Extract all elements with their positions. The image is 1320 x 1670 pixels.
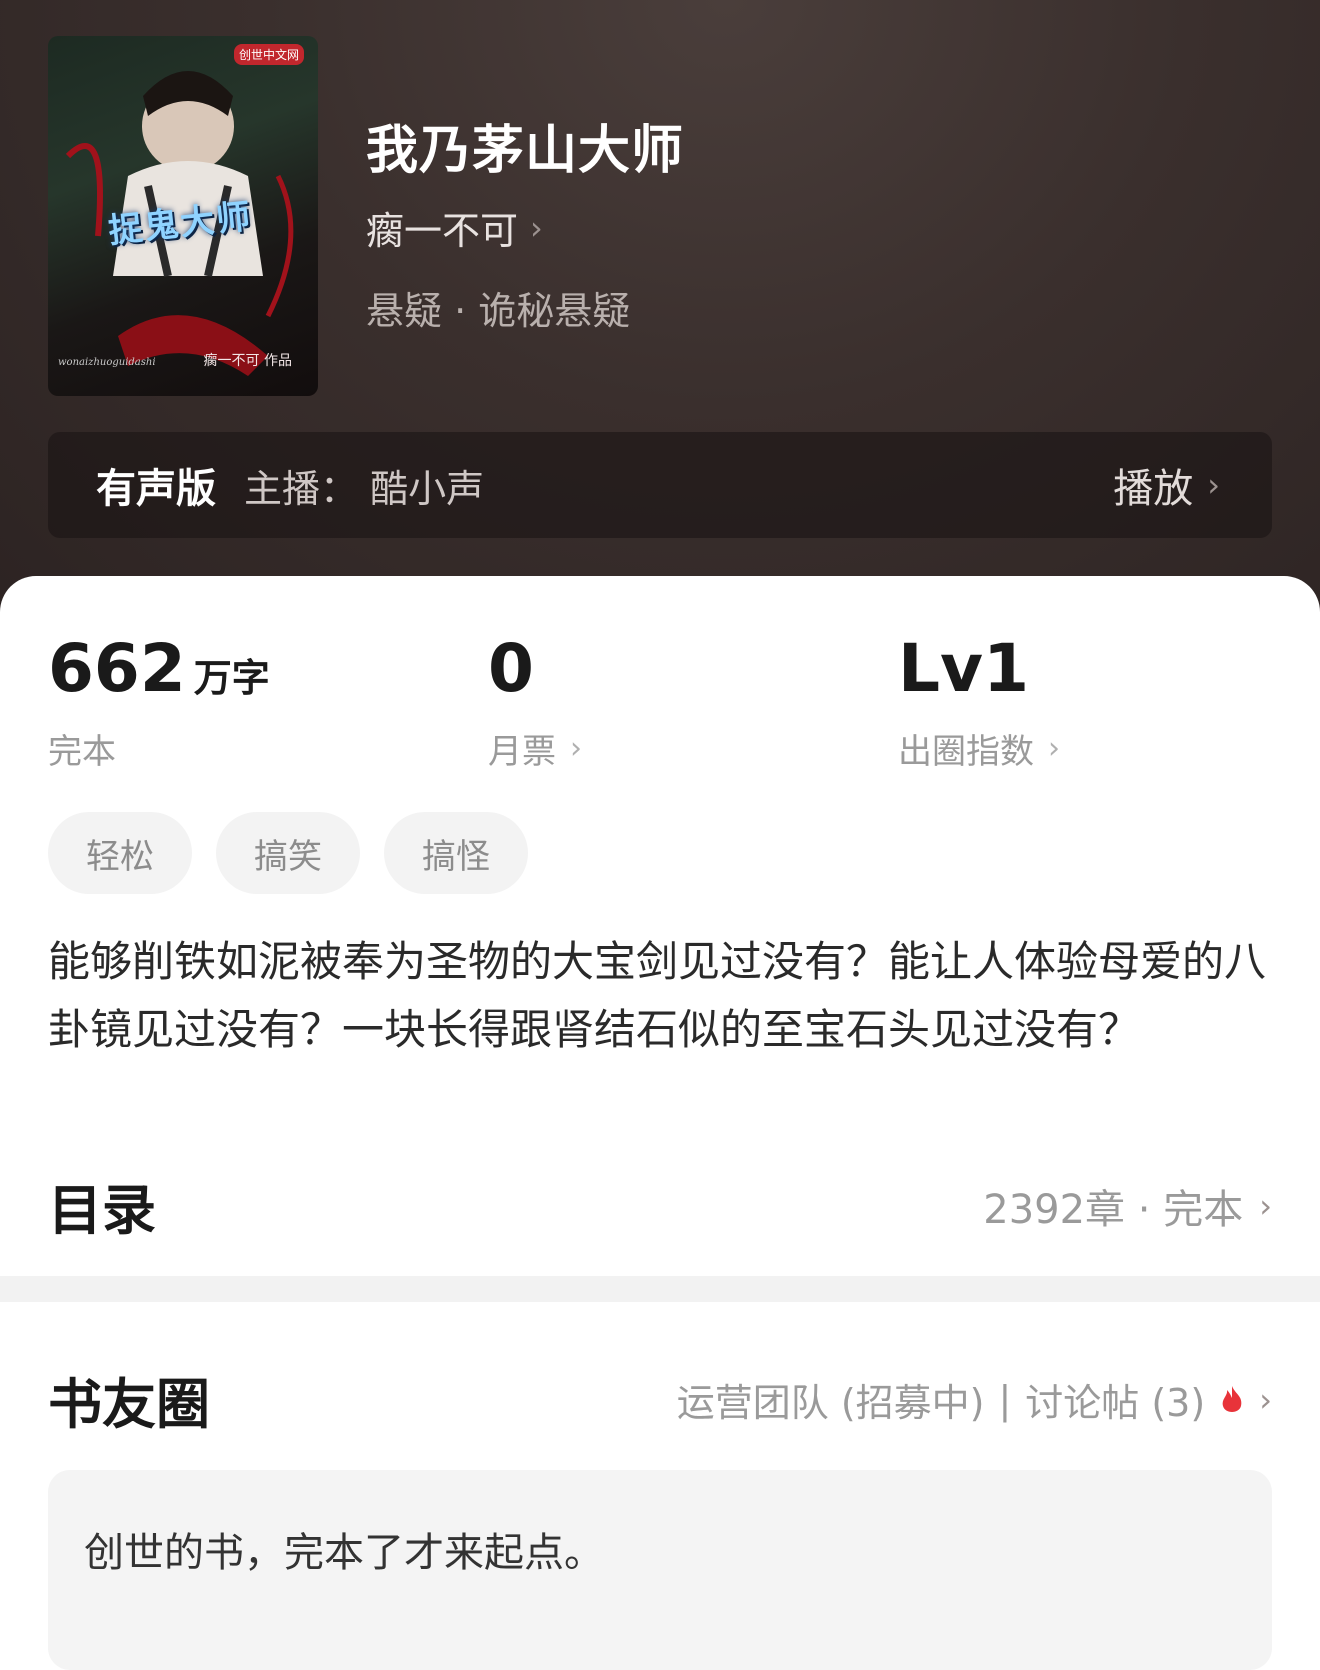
audio-play-button[interactable]: 播放 › bbox=[1113, 456, 1220, 514]
circle-title: 书友圈 bbox=[48, 1373, 210, 1436]
post-text: 创世的书，完本了才来起点。 bbox=[84, 1530, 604, 1576]
book-title: 我乃茅山大师 bbox=[366, 121, 685, 181]
tag-chip[interactable]: 搞笑 bbox=[216, 812, 360, 894]
tickets-value: 0 bbox=[488, 630, 534, 707]
table-of-contents-row[interactable]: 目录 2392章 · 完本 › bbox=[48, 1166, 1272, 1245]
cover-publisher-logo: 创世中文网 bbox=[233, 44, 304, 65]
circle-separator: | bbox=[998, 1377, 1012, 1422]
chevron-right-icon: › bbox=[1207, 466, 1220, 504]
chevron-right-icon: › bbox=[570, 731, 582, 766]
words-label: 完本 bbox=[48, 732, 116, 772]
audio-label: 有声版 bbox=[96, 466, 216, 512]
author-link[interactable]: 瘸一不可 › bbox=[366, 200, 543, 255]
chevron-right-icon: › bbox=[530, 208, 543, 247]
tag-chip[interactable]: 轻松 bbox=[48, 812, 192, 894]
audio-play-label: 播放 bbox=[1113, 466, 1194, 512]
cover-author-art: 瘸一不可 作品 bbox=[203, 353, 292, 369]
level-value: Lv1 bbox=[898, 630, 1030, 707]
book-info-card: 662 万字 完本 0 月票 › Lv1 出圈指数 › 轻松 搞笑 搞怪 能够削铁… bbox=[0, 576, 1320, 1276]
chevron-right-icon: › bbox=[1259, 1380, 1272, 1419]
reader-circle-row[interactable]: 书友圈 运营团队 (招募中) | 讨论帖 (3) › bbox=[48, 1360, 1272, 1439]
post-preview[interactable]: 创世的书，完本了才来起点。 bbox=[48, 1470, 1272, 1670]
audio-host: 主播： 酷小声 bbox=[244, 466, 485, 511]
stat-monthly-tickets[interactable]: 0 月票 › bbox=[488, 636, 582, 773]
chevron-right-icon: › bbox=[1259, 1186, 1272, 1225]
stat-words: 662 万字 完本 bbox=[48, 636, 270, 773]
chevron-right-icon: › bbox=[1048, 731, 1060, 766]
cover-pinyin: wonaizhuoguidashi bbox=[58, 357, 156, 368]
audio-version-bar[interactable]: 有声版 主播： 酷小声 播放 › bbox=[48, 432, 1272, 538]
section-divider bbox=[0, 1276, 1320, 1302]
author-name: 瘸一不可 bbox=[366, 209, 519, 253]
book-cover[interactable]: 创世中文网 捉鬼大师 wonaizhuoguidashi 瘸一不可 作品 bbox=[48, 36, 318, 396]
circle-posts: 讨论帖 (3) bbox=[1025, 1381, 1206, 1425]
toc-title: 目录 bbox=[48, 1179, 156, 1242]
level-label: 出圈指数 bbox=[898, 732, 1034, 772]
stat-popularity-index[interactable]: Lv1 出圈指数 › bbox=[898, 636, 1060, 773]
book-genre: 悬疑 · 诡秘悬疑 bbox=[366, 289, 631, 333]
flame-icon bbox=[1222, 1385, 1242, 1412]
words-unit: 万字 bbox=[193, 656, 270, 700]
toc-info: 2392章 · 完本 bbox=[983, 1186, 1244, 1233]
circle-team: 运营团队 (招募中) bbox=[676, 1381, 985, 1425]
tag-list: 轻松 搞笑 搞怪 bbox=[48, 812, 528, 894]
tag-chip[interactable]: 搞怪 bbox=[384, 812, 528, 894]
words-value: 662 bbox=[48, 630, 186, 707]
tickets-label: 月票 bbox=[488, 732, 556, 772]
book-header: 创世中文网 捉鬼大师 wonaizhuoguidashi 瘸一不可 作品 我乃茅… bbox=[0, 0, 1320, 640]
book-description[interactable]: 能够削铁如泥被奉为圣物的大宝剑见过没有？能让人体验母爱的八卦镜见过没有？一块长得… bbox=[48, 928, 1268, 1064]
